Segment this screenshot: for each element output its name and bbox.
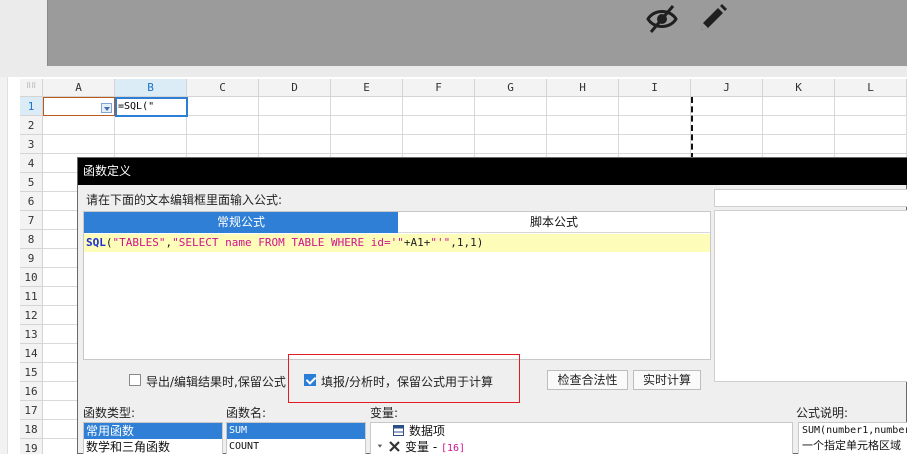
column-header[interactable]: L: [835, 79, 907, 97]
row-header[interactable]: 17: [20, 401, 43, 420]
tree-item-label: 数据项: [409, 424, 446, 438]
side-panel: [714, 210, 907, 382]
column-header[interactable]: A: [43, 79, 115, 97]
row-header[interactable]: 2: [20, 116, 43, 135]
cell-b1[interactable]: =SQL(": [115, 97, 188, 117]
formula-function-name: SQL: [86, 236, 106, 249]
function-name-list[interactable]: SUM COUNT: [226, 422, 366, 454]
formula-operator: +A1+: [403, 236, 431, 249]
validate-button[interactable]: 检查合法性: [547, 370, 628, 390]
highlight-box: [288, 354, 520, 403]
list-item[interactable]: 数学和三角函数: [84, 439, 222, 454]
expand-arrow-icon[interactable]: [377, 441, 385, 452]
column-header[interactable]: C: [187, 79, 259, 97]
row-header[interactable]: 15: [20, 363, 43, 382]
row-header[interactable]: 1: [20, 97, 43, 116]
function-definition-dialog: 函数定义 请在下面的文本编辑框里面输入公式: 常规公式 脚本公式 SQL("TA…: [77, 157, 907, 454]
formula-prompt: 请在下面的文本编辑框里面输入公式:: [86, 193, 283, 207]
eye-slash-icon[interactable]: [645, 2, 679, 36]
row-header[interactable]: 6: [20, 192, 43, 211]
column-header[interactable]: H: [547, 79, 619, 97]
description-line: 一个指定单元格区域: [802, 439, 901, 452]
table-icon: [393, 425, 404, 436]
column-header[interactable]: K: [763, 79, 835, 97]
row-header[interactable]: 4: [20, 154, 43, 173]
description-label: 公式说明:: [796, 406, 849, 420]
formula-description: SUM(number1,number 一个指定单元格区域: [798, 422, 907, 454]
column-header[interactable]: J: [691, 79, 763, 97]
tree-item-data-items[interactable]: 数据项: [393, 423, 445, 439]
toolbar-panel: [47, 0, 907, 66]
row-header[interactable]: 18: [20, 420, 43, 439]
row-header[interactable]: 14: [20, 344, 43, 363]
function-name-label: 函数名:: [226, 406, 267, 420]
dropdown-icon[interactable]: [101, 103, 112, 113]
function-type-list[interactable]: 常用函数 数学和三角函数: [83, 422, 223, 454]
formula-string: "'": [430, 236, 451, 249]
column-header[interactable]: F: [403, 79, 475, 97]
select-all-corner[interactable]: ⠿⠿: [20, 79, 43, 97]
tab-script-formula[interactable]: 脚本公式: [398, 212, 710, 233]
row-header[interactable]: 5: [20, 173, 43, 192]
column-header[interactable]: I: [619, 79, 691, 97]
cell-a1[interactable]: [43, 97, 115, 116]
row-header[interactable]: 19: [20, 439, 43, 454]
page-break-line: [691, 97, 693, 159]
variable-x-icon: [389, 441, 400, 452]
compute-button[interactable]: 实时计算: [633, 370, 701, 390]
dialog-title[interactable]: 函数定义: [78, 158, 907, 185]
row-header[interactable]: 7: [20, 211, 43, 230]
list-item[interactable]: COUNT: [227, 439, 365, 454]
search-input[interactable]: [714, 189, 907, 207]
toolbar-area: [0, 0, 907, 77]
app-window: ⠿⠿ A B C D E F G H I J K L 1 2 3 4 5 6 7…: [0, 0, 907, 454]
variable-label: 变量:: [370, 406, 399, 420]
tab-normal-formula[interactable]: 常规公式: [84, 212, 398, 233]
row-header[interactable]: 11: [20, 287, 43, 306]
description-line: SUM(number1,number: [802, 425, 907, 436]
list-item[interactable]: 常用函数: [84, 423, 222, 439]
formula-args: ,1,1): [450, 236, 484, 249]
row-header[interactable]: 10: [20, 268, 43, 287]
row-header[interactable]: 16: [20, 382, 43, 401]
row-header[interactable]: 3: [20, 135, 43, 154]
column-header[interactable]: B: [115, 79, 187, 97]
variable-count: [16]: [440, 443, 466, 454]
variable-tree[interactable]: 数据项 变量 - [16]: [370, 422, 793, 454]
formula-code-line[interactable]: SQL("TABLES","SELECT name FROM TABLE WHE…: [84, 234, 710, 252]
row-header[interactable]: 8: [20, 230, 43, 249]
row-header[interactable]: 9: [20, 249, 43, 268]
column-header[interactable]: E: [331, 79, 403, 97]
row-header[interactable]: 13: [20, 325, 43, 344]
formula-editor[interactable]: 常规公式 脚本公式 SQL("TABLES","SELECT name FROM…: [83, 211, 711, 360]
formula-paren: (: [105, 236, 113, 249]
formula-string: "SELECT name FROM TABLE WHERE id='": [172, 236, 404, 249]
formula-string: "TABLES": [112, 236, 166, 249]
column-header[interactable]: D: [259, 79, 331, 97]
list-item[interactable]: SUM: [227, 423, 365, 439]
export-keep-formula-checkbox[interactable]: [129, 374, 141, 386]
row-header[interactable]: 12: [20, 306, 43, 325]
function-type-label: 函数类型:: [83, 406, 136, 420]
export-keep-formula-label: 导出/编辑结果时,保留公式: [146, 375, 286, 389]
pencil-icon[interactable]: [695, 2, 729, 36]
tree-item-label: 变量 -: [405, 440, 441, 454]
column-header[interactable]: G: [475, 79, 547, 97]
tree-item-variables[interactable]: 变量 - [16]: [377, 439, 465, 454]
